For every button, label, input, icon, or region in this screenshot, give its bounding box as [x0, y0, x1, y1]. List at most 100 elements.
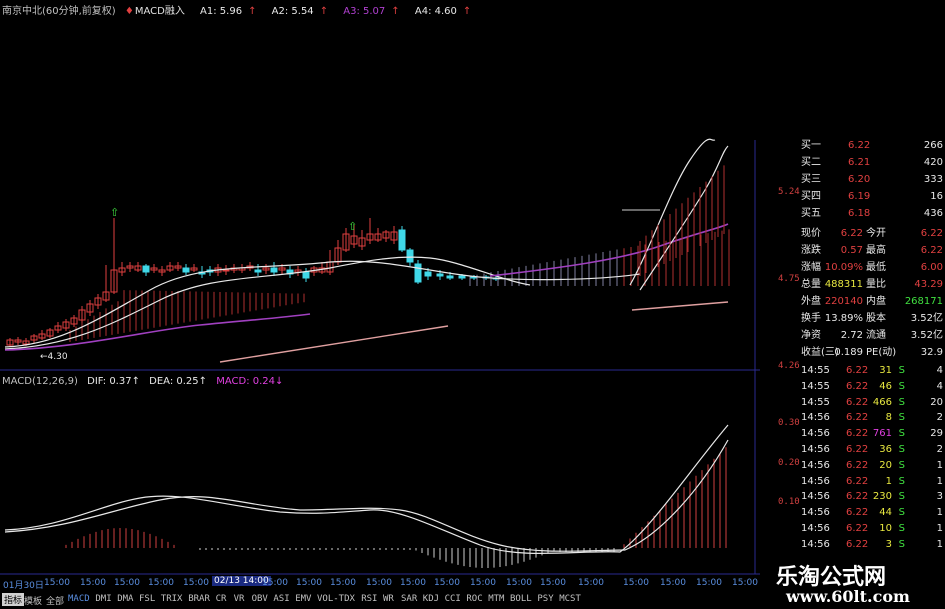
stat-value: 2.72 [840, 330, 863, 341]
macd-header: MACD(12,26,9) DIF: 0.37↑ DEA: 0.25↑ MACD… [2, 376, 289, 387]
indicator-tab[interactable]: FSL [139, 594, 155, 604]
time-label: 15:00 [540, 578, 566, 588]
bid-row: 买三 6.20 333 [798, 172, 945, 188]
time-label: 15:00 [470, 578, 496, 588]
tick-time: 14:56 [801, 444, 830, 455]
stat-value: 3.52亿 [910, 330, 943, 341]
indicator-tab[interactable]: ROC [466, 594, 482, 604]
indicator-tab[interactable]: DMA [117, 594, 133, 604]
tick-row: 14:55 6.22 46 S 4 [798, 379, 945, 395]
indicator-tab[interactable]: ASI [273, 594, 289, 604]
indicator-tab[interactable]: 模板 [24, 594, 42, 607]
tick-price: 6.22 [846, 459, 869, 471]
tick-volume: 8 [885, 412, 892, 424]
indicator-tab[interactable]: VR [234, 594, 245, 604]
indicator-tab[interactable]: CR [216, 594, 227, 604]
indicator-tab[interactable]: EMV [295, 594, 311, 604]
indicator-tab[interactable]: MCST [559, 594, 581, 604]
tick-time: 14:56 [801, 538, 830, 550]
indicator-tab[interactable]: CCI [445, 594, 461, 604]
indicator-tab[interactable]: OBV [252, 594, 268, 604]
tick-side: S [898, 428, 905, 440]
indicator-tab[interactable]: BOLL [510, 594, 532, 604]
tick-price: 6.22 [846, 538, 869, 550]
stat-row: 总量 488311 量比 43.29 [798, 277, 945, 293]
chart-area[interactable]: ⇧ ⇧ 南京中北(60分钟,前复权) ♦MACD融入 A1: 5.96 ↑ A2: … [0, 0, 800, 591]
indicator-tab[interactable]: DMI [95, 594, 111, 604]
macd-value: MACD: 0.24↓ [216, 376, 284, 387]
indicator-tab[interactable]: MACD [68, 594, 90, 604]
stat-row: 涨幅 10.09% 最低 6.00 [798, 260, 945, 276]
bid-row: 买二 6.21 420 [798, 155, 945, 171]
tick-row: 14:56 6.22 36 S 2 [798, 442, 945, 458]
price-tick-2: 4.75 [778, 274, 800, 284]
tick-row: 14:56 6.22 230 S 3 [798, 489, 945, 505]
indicator-tab[interactable]: BRAR [188, 594, 210, 604]
indicator-tab[interactable]: 指标 [2, 593, 25, 606]
candle-body [302, 271, 310, 279]
bid-volume: 266 [923, 140, 943, 151]
indicator-tab[interactable]: SAR [401, 594, 417, 604]
price-chart-svg[interactable]: ⇧⇧ [0, 0, 760, 590]
tick-row: 14:56 6.22 8 S 2 [798, 410, 945, 426]
tick-count: 4 [936, 365, 943, 376]
time-label: 15:00 [296, 578, 322, 588]
stat-row: 现价 6.22 今开 6.22 [798, 226, 945, 242]
macd-dif-line [4, 424, 729, 555]
trend-line [219, 325, 449, 363]
watermark-url: www.60lt.com [786, 587, 910, 606]
tick-price: 6.22 [846, 428, 869, 440]
a2-value: A2: 5.54 ↑ [271, 6, 329, 17]
candle-body [270, 267, 278, 273]
bid-row: 买四 6.19 16 [798, 189, 945, 205]
tick-time: 14:56 [801, 428, 830, 440]
buy-signal-icon: ⇧ [348, 220, 357, 233]
indicator-tab[interactable]: KDJ [423, 594, 439, 604]
bid-price: 6.18 [848, 208, 871, 219]
stock-title: 南京中北(60分钟,前复权) [2, 6, 116, 17]
macd-dea: DEA: 0.25↑ [149, 376, 208, 387]
stat-label: 换手 [801, 313, 821, 324]
tick-time: 14:56 [801, 412, 830, 424]
bid-volume: 16 [930, 191, 943, 202]
tick-row: 14:55 6.22 31 S 4 [798, 363, 945, 379]
indicator-tab[interactable]: RSI [361, 594, 377, 604]
tick-volume: 3 [885, 538, 892, 550]
stat-value: 488311 [824, 279, 863, 290]
stat-value: 3.52亿 [910, 313, 943, 324]
time-label: 15:00 [44, 578, 70, 588]
bid-price: 6.22 [848, 140, 871, 151]
time-label: 15:00 [506, 578, 532, 588]
indicator-tab[interactable]: WR [383, 594, 394, 604]
tick-price: 6.22 [846, 365, 869, 376]
stat-label: 量比 [866, 279, 886, 290]
indicator-tab[interactable]: TRIX [161, 594, 183, 604]
tick-side: S [898, 459, 905, 471]
tick-side: S [898, 507, 905, 519]
tick-count: 1 [936, 507, 943, 519]
time-label: 15:00 [330, 578, 356, 588]
chart-header: 南京中北(60分钟,前复权) ♦MACD融入 A1: 5.96 ↑ A2: 5.5… [2, 2, 483, 17]
time-axis: 01月30日 15:00 15:00 15:00 15:00 15:00 02/13 14:… [0, 576, 760, 591]
tick-side: S [898, 412, 905, 424]
indicator-tab[interactable]: VOL-TDX [317, 594, 355, 604]
stat-value: 6.22 [920, 245, 943, 256]
bid-label: 买二 [801, 157, 821, 168]
time-label: 15:00 [732, 578, 758, 588]
tick-count: 29 [930, 428, 943, 440]
tick-price: 6.22 [846, 380, 869, 392]
tick-count: 4 [936, 380, 943, 392]
tick-side: S [898, 380, 905, 392]
bid-label: 买三 [801, 174, 821, 185]
tick-count: 1 [936, 475, 943, 487]
stat-label: 涨幅 [801, 262, 821, 273]
indicator-tab[interactable]: PSY [537, 594, 553, 604]
tick-volume: 46 [879, 380, 892, 392]
stat-row: 收益(三) 0.189 PE(动) 32.9 [798, 345, 945, 361]
indicator-tab[interactable]: 全部 [46, 594, 64, 607]
candle-body [254, 269, 262, 273]
indicator-tab[interactable]: MTM [488, 594, 504, 604]
stat-label: 股本 [866, 313, 886, 324]
tick-time: 14:55 [801, 380, 830, 392]
tick-side: S [898, 491, 905, 503]
